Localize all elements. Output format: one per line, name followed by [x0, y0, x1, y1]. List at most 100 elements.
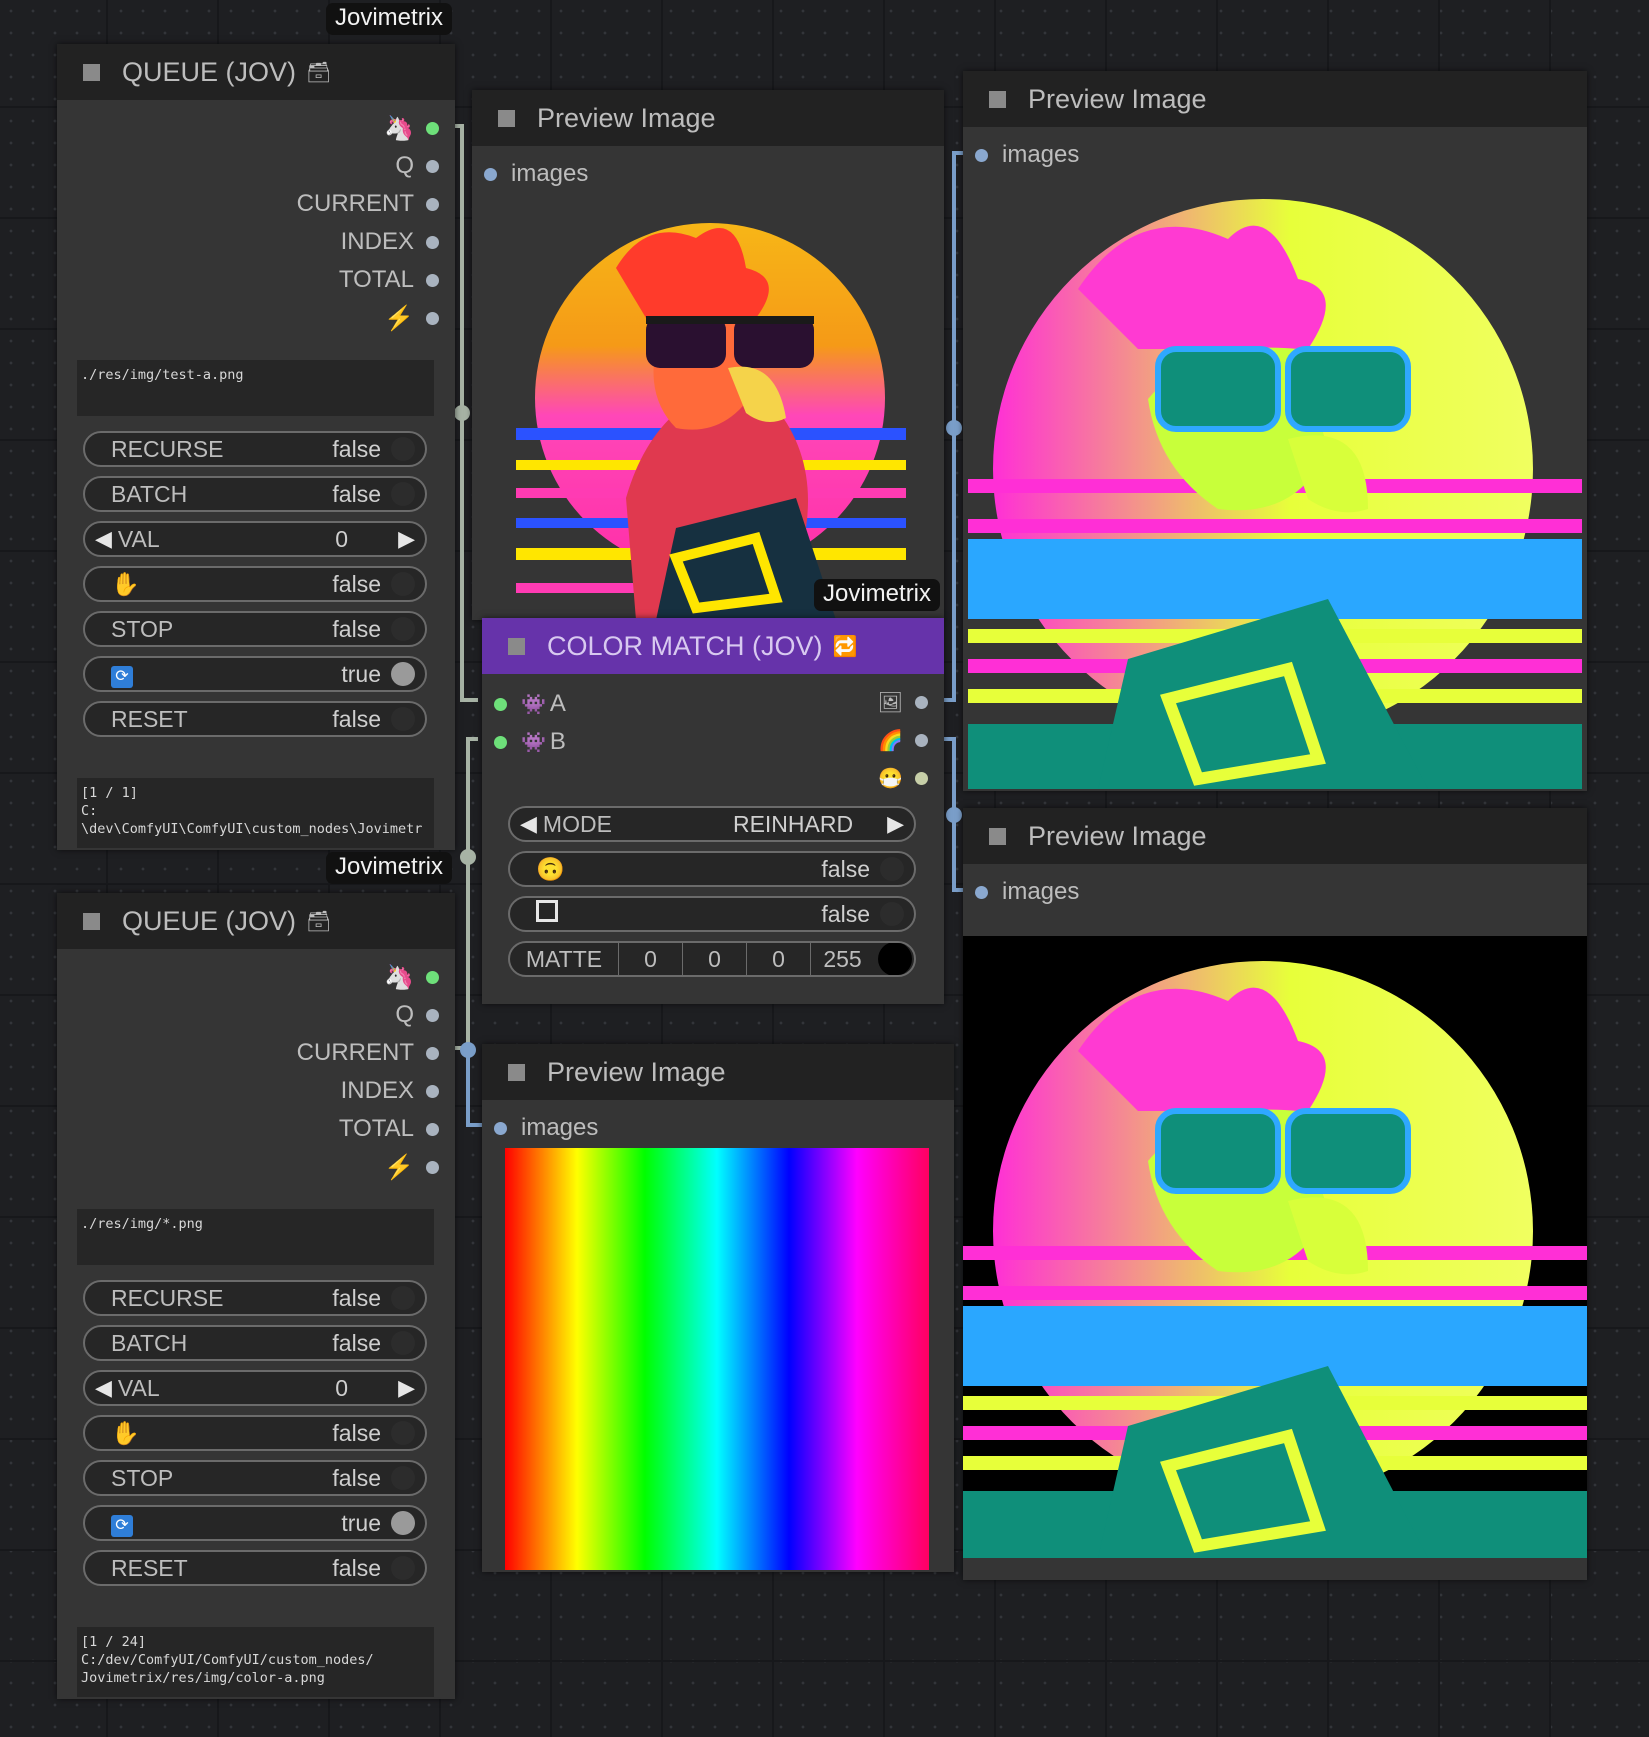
input-slot[interactable]: [494, 697, 507, 711]
output-slot[interactable]: [426, 1046, 439, 1060]
path-textarea[interactable]: ./res/img/test-a.png: [77, 360, 434, 416]
increment-arrow-icon[interactable]: ▶: [398, 526, 415, 552]
matte-color-swatch[interactable]: [878, 943, 912, 975]
decrement-arrow-icon[interactable]: ◀: [95, 526, 112, 552]
input-slot[interactable]: [975, 148, 988, 162]
matte-g-field[interactable]: 0: [683, 943, 747, 975]
batch-toggle[interactable]: BATCH false: [83, 1325, 427, 1361]
input-b[interactable]: 👾 B: [494, 728, 566, 756]
preview-image-node[interactable]: Preview Image images: [963, 71, 1587, 791]
input-images[interactable]: images: [975, 141, 1079, 169]
input-images[interactable]: images: [494, 1114, 598, 1142]
recurse-toggle[interactable]: RECURSE false: [83, 431, 427, 467]
node-title-bar[interactable]: Preview Image: [963, 71, 1587, 127]
output-mask[interactable]: 😷: [878, 766, 928, 791]
queue-node[interactable]: QUEUE (JOV) 🗃 🦄 Q CURRENT INDEX TOTAL ⚡ …: [57, 893, 455, 1699]
output-slot[interactable]: [915, 696, 928, 709]
input-slot[interactable]: [494, 1121, 507, 1135]
output-q[interactable]: Q: [395, 1001, 439, 1029]
output-label: Q: [395, 1001, 414, 1028]
reset-toggle[interactable]: RESET false: [83, 701, 427, 737]
preview-image: [496, 198, 920, 620]
increment-arrow-icon[interactable]: ▶: [398, 1375, 415, 1401]
widget-value: false: [332, 1464, 381, 1491]
output-slot[interactable]: [426, 312, 439, 325]
node-title-bar[interactable]: Preview Image: [963, 808, 1587, 864]
collapse-toggle-icon[interactable]: [508, 637, 525, 655]
preview-image-node[interactable]: Preview Image images: [963, 808, 1587, 1580]
output-any[interactable]: 🦄: [384, 963, 439, 992]
next-arrow-icon[interactable]: ▶: [887, 811, 904, 837]
flip-toggle[interactable]: 🙃 false: [508, 851, 916, 887]
input-slot[interactable]: [484, 167, 497, 181]
output-slot[interactable]: [426, 273, 439, 287]
matte-a-field[interactable]: 255: [811, 943, 874, 975]
output-current[interactable]: CURRENT: [297, 190, 439, 218]
loop-toggle[interactable]: ⟳ true: [83, 1505, 427, 1541]
toggle-knob: [391, 707, 415, 731]
path-textarea[interactable]: ./res/img/*.png: [77, 1209, 434, 1265]
output-slot[interactable]: [426, 235, 439, 249]
preview-image-node[interactable]: Preview Image images: [482, 1044, 954, 1572]
output-slot[interactable]: [915, 734, 928, 747]
input-slot[interactable]: [975, 885, 988, 899]
hold-toggle[interactable]: ✋ false: [83, 566, 427, 602]
output-rgb[interactable]: 🌈: [878, 728, 928, 753]
node-title-bar[interactable]: QUEUE (JOV) 🗃: [57, 893, 455, 949]
input-slot[interactable]: [494, 735, 507, 749]
output-trigger[interactable]: ⚡: [384, 304, 439, 333]
recurse-toggle[interactable]: RECURSE false: [83, 1280, 427, 1316]
val-number-widget[interactable]: ◀ VAL 0 ▶: [83, 1370, 427, 1406]
output-slot[interactable]: [426, 159, 439, 173]
decrement-arrow-icon[interactable]: ◀: [95, 1375, 112, 1401]
hold-toggle[interactable]: ✋ false: [83, 1415, 427, 1451]
color-match-node[interactable]: COLOR MATCH (JOV) 🔁 👾 A 👾 B 🖼 🌈 😷 ◀ MODE REI…: [482, 618, 944, 1004]
matte-b-field[interactable]: 0: [747, 943, 811, 975]
collapse-toggle-icon[interactable]: [83, 63, 100, 81]
node-title-bar[interactable]: Preview Image: [482, 1044, 954, 1100]
output-total[interactable]: TOTAL: [339, 1115, 439, 1143]
output-current[interactable]: CURRENT: [297, 1039, 439, 1067]
batch-toggle[interactable]: BATCH false: [83, 476, 427, 512]
preview-image-node[interactable]: Preview Image images: [472, 90, 944, 620]
output-index[interactable]: INDEX: [341, 1077, 439, 1105]
output-image[interactable]: 🖼: [878, 690, 928, 715]
input-images[interactable]: images: [484, 160, 588, 188]
node-title-bar[interactable]: QUEUE (JOV) 🗃: [57, 44, 455, 100]
node-title-bar[interactable]: Preview Image: [472, 90, 944, 146]
val-number-widget[interactable]: ◀ VAL 0 ▶: [83, 521, 427, 557]
output-slot[interactable]: [426, 122, 439, 135]
output-slot[interactable]: [426, 197, 439, 211]
output-slot[interactable]: [426, 1084, 439, 1098]
output-q[interactable]: Q: [395, 152, 439, 180]
collapse-toggle-icon[interactable]: [83, 912, 100, 930]
node-badge: Jovimetrix: [814, 579, 941, 611]
input-images[interactable]: images: [975, 878, 1079, 906]
output-slot[interactable]: [426, 1122, 439, 1136]
node-title-bar[interactable]: COLOR MATCH (JOV) 🔁: [482, 618, 944, 674]
stop-toggle[interactable]: STOP false: [83, 611, 427, 647]
prev-arrow-icon[interactable]: ◀: [520, 811, 537, 837]
output-total[interactable]: TOTAL: [339, 266, 439, 294]
reset-toggle[interactable]: RESET false: [83, 1550, 427, 1586]
framed-picture-icon: 🖼: [877, 692, 903, 714]
input-a[interactable]: 👾 A: [494, 690, 566, 718]
output-index[interactable]: INDEX: [341, 228, 439, 256]
matte-r-field[interactable]: 0: [619, 943, 683, 975]
output-any[interactable]: 🦄: [384, 114, 439, 143]
queue-node[interactable]: QUEUE (JOV) 🗃 🦄 Q CURRENT INDEX TOTAL ⚡ …: [57, 44, 455, 850]
collapse-toggle-icon[interactable]: [989, 90, 1006, 108]
matte-color-widget[interactable]: MATTE 0 0 0 255: [508, 941, 916, 977]
stop-toggle[interactable]: STOP false: [83, 1460, 427, 1496]
output-slot[interactable]: [915, 772, 928, 785]
output-slot[interactable]: [426, 1008, 439, 1022]
invert-toggle[interactable]: false: [508, 896, 916, 932]
output-trigger[interactable]: ⚡: [384, 1153, 439, 1182]
collapse-toggle-icon[interactable]: [989, 827, 1006, 845]
output-slot[interactable]: [426, 971, 439, 984]
collapse-toggle-icon[interactable]: [508, 1063, 525, 1081]
collapse-toggle-icon[interactable]: [498, 109, 515, 127]
loop-toggle[interactable]: ⟳ true: [83, 656, 427, 692]
mode-combo[interactable]: ◀ MODE REINHARD ▶: [508, 806, 916, 842]
output-slot[interactable]: [426, 1161, 439, 1174]
